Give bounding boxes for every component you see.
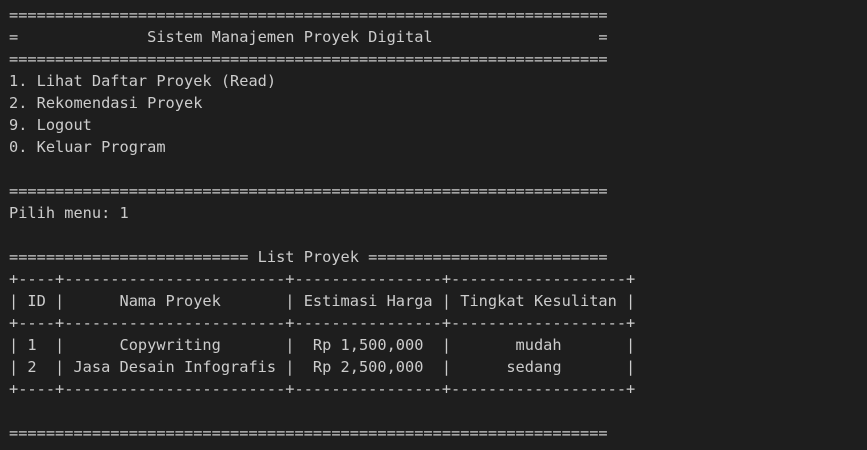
table-top-border: +----+------------------------+---------… (9, 270, 636, 288)
menu-prompt-input[interactable]: Pilih menu: 1 (9, 202, 867, 224)
header-bottom-border: ========================================… (9, 50, 608, 68)
menu-item-logout: 9. Logout (9, 116, 92, 134)
terminal-window[interactable]: ========================================… (0, 0, 867, 450)
table-header-row: | ID | Nama Proyek | Estimasi Harga | Ti… (9, 292, 636, 310)
menu-item-exit: 0. Keluar Program (9, 138, 166, 156)
table-row: | 2 | Jasa Desain Infografis | Rp 2,500,… (9, 358, 636, 376)
table-header-separator: +----+------------------------+---------… (9, 314, 636, 332)
table-row: | 1 | Copywriting | Rp 1,500,000 | mudah… (9, 336, 636, 354)
menu-footer-border: ========================================… (9, 182, 608, 200)
menu-item-recommendation: 2. Rekomendasi Proyek (9, 94, 203, 112)
header-top-border: ========================================… (9, 6, 608, 24)
menu-item-read-projects: 1. Lihat Daftar Proyek (Read) (9, 72, 277, 90)
list-section-title: ========================== List Proyek =… (9, 248, 608, 266)
table-bottom-border: +----+------------------------+---------… (9, 380, 636, 398)
list-footer-border: ========================================… (9, 424, 608, 442)
app-title: = Sistem Manajemen Proyek Digital = (9, 28, 608, 46)
